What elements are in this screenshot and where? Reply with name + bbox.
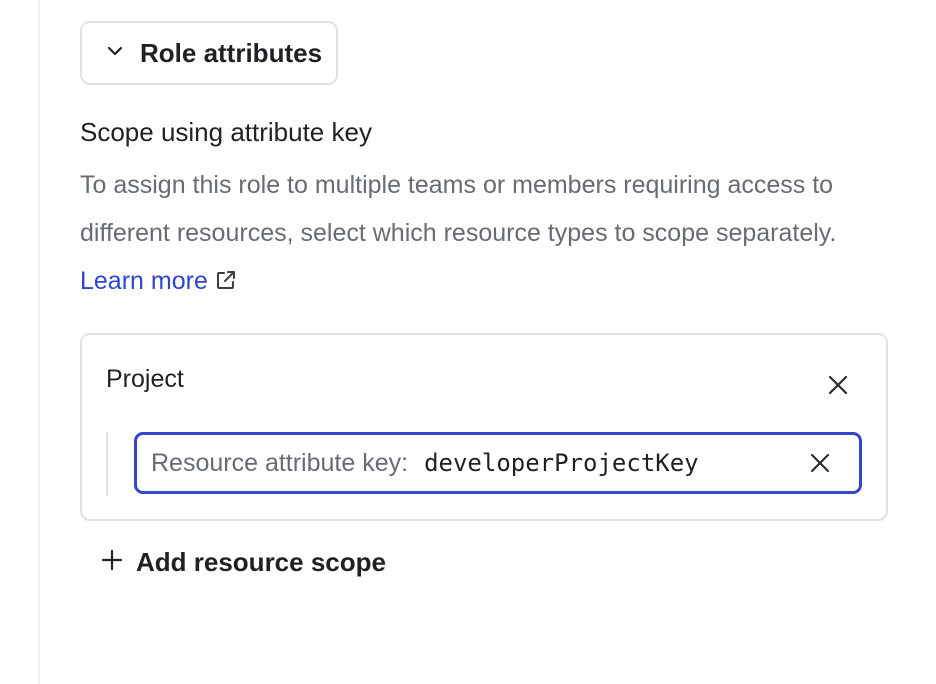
plus-icon xyxy=(100,548,136,577)
nesting-line xyxy=(106,432,108,496)
chevron-down-icon xyxy=(104,40,140,67)
learn-more-label: Learn more xyxy=(80,267,208,295)
add-resource-scope-button[interactable]: Add resource scope xyxy=(100,544,386,580)
remove-resource-button[interactable] xyxy=(826,373,850,397)
resource-attribute-key-value[interactable]: developerProjectKey xyxy=(424,449,699,477)
external-link-icon xyxy=(214,260,238,308)
left-divider xyxy=(38,0,40,684)
add-resource-scope-label: Add resource scope xyxy=(136,546,386,577)
close-icon xyxy=(809,453,831,478)
resource-attribute-key-field[interactable]: Resource attribute key: developerProject… xyxy=(134,432,862,494)
scope-description-text: To assign this role to multiple teams or… xyxy=(80,171,837,247)
clear-attribute-key-button[interactable] xyxy=(809,452,831,474)
resource-attribute-key-label: Resource attribute key: xyxy=(151,448,409,477)
resource-type-title: Project xyxy=(106,365,184,393)
close-icon xyxy=(826,375,850,401)
role-attributes-toggle[interactable]: Role attributes xyxy=(80,21,338,85)
scope-heading: Scope using attribute key xyxy=(80,117,372,147)
role-attributes-label: Role attributes xyxy=(140,37,323,68)
scope-description: To assign this role to multiple teams or… xyxy=(80,161,900,308)
resource-scope-card: Project Resource attribute key: develope… xyxy=(80,333,888,521)
learn-more-link[interactable]: Learn more xyxy=(80,267,238,295)
